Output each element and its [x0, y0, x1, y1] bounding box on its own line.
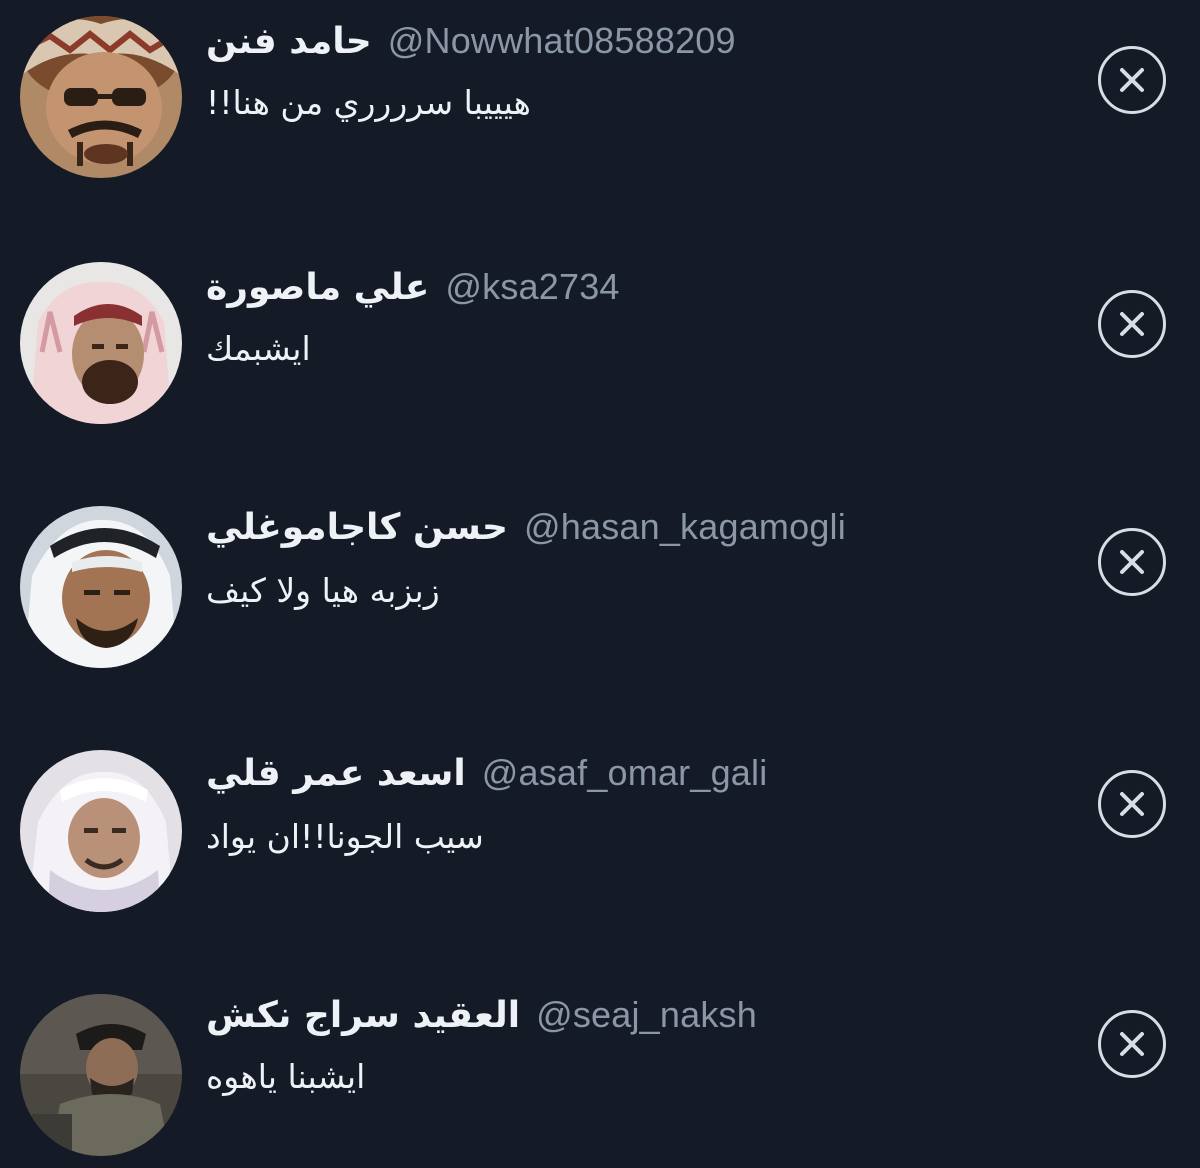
- dismiss-button[interactable]: [1098, 1010, 1166, 1078]
- display-name[interactable]: العقيد سراج نكش: [206, 995, 520, 1036]
- reply-header: العقيد سراج نكش @seaj_naksh: [206, 990, 757, 1040]
- reply-text: ايشبنا ياهوه: [206, 1057, 366, 1096]
- reply-row[interactable]: علي ماصورة @ksa2734 ايشبمك: [0, 252, 1200, 424]
- dismiss-button[interactable]: [1098, 46, 1166, 114]
- avatar[interactable]: [20, 16, 182, 178]
- display-name[interactable]: حامد فنن: [206, 21, 372, 62]
- reply-header: اسعد عمر قلي @asaf_omar_gali: [206, 748, 767, 798]
- avatar-photo: [20, 994, 182, 1156]
- reply-text: سيب الجونا!!ان يواد: [206, 817, 484, 856]
- user-handle[interactable]: @asaf_omar_gali: [482, 752, 768, 794]
- close-circle-icon: [1120, 68, 1144, 92]
- reply-text: زبزبه هيا ولا كيف: [206, 571, 440, 610]
- close-circle-icon: [1120, 312, 1144, 336]
- reply-header: علي ماصورة @ksa2734: [206, 262, 620, 312]
- close-circle-icon: [1120, 550, 1144, 574]
- reply-text: هيييبا سرررري من هنا!!: [206, 83, 531, 122]
- user-handle[interactable]: @Nowwhat08588209: [388, 20, 736, 62]
- user-handle[interactable]: @ksa2734: [445, 266, 619, 308]
- display-name[interactable]: حسن كاجاموغلي: [206, 507, 508, 548]
- avatar[interactable]: [20, 750, 182, 912]
- avatar-photo: [20, 506, 182, 668]
- avatar[interactable]: [20, 506, 182, 668]
- reply-header: حامد فنن @Nowwhat08588209: [206, 16, 736, 66]
- close-circle-icon: [1120, 1032, 1144, 1056]
- display-name[interactable]: اسعد عمر قلي: [206, 753, 466, 794]
- dismiss-button[interactable]: [1098, 528, 1166, 596]
- replies-list: حامد فنن @Nowwhat08588209 هيييبا سرررري …: [0, 0, 1200, 1168]
- user-handle[interactable]: @hasan_kagamogli: [524, 506, 846, 548]
- reply-header: حسن كاجاموغلي @hasan_kagamogli: [206, 502, 846, 552]
- avatar[interactable]: [20, 994, 182, 1156]
- reply-row[interactable]: حسن كاجاموغلي @hasan_kagamogli زبزبه هيا…: [0, 496, 1200, 668]
- avatar[interactable]: [20, 262, 182, 424]
- user-handle[interactable]: @seaj_naksh: [536, 994, 757, 1036]
- avatar-photo: [20, 16, 182, 178]
- display-name[interactable]: علي ماصورة: [206, 267, 429, 308]
- reply-row[interactable]: العقيد سراج نكش @seaj_naksh ايشبنا ياهوه: [0, 984, 1200, 1156]
- close-circle-icon: [1120, 792, 1144, 816]
- dismiss-button[interactable]: [1098, 290, 1166, 358]
- avatar-photo: [20, 750, 182, 912]
- reply-row[interactable]: حامد فنن @Nowwhat08588209 هيييبا سرررري …: [0, 6, 1200, 178]
- reply-text: ايشبمك: [206, 329, 311, 368]
- reply-row[interactable]: اسعد عمر قلي @asaf_omar_gali سيب الجونا!…: [0, 740, 1200, 912]
- avatar-photo: [20, 262, 182, 424]
- dismiss-button[interactable]: [1098, 770, 1166, 838]
